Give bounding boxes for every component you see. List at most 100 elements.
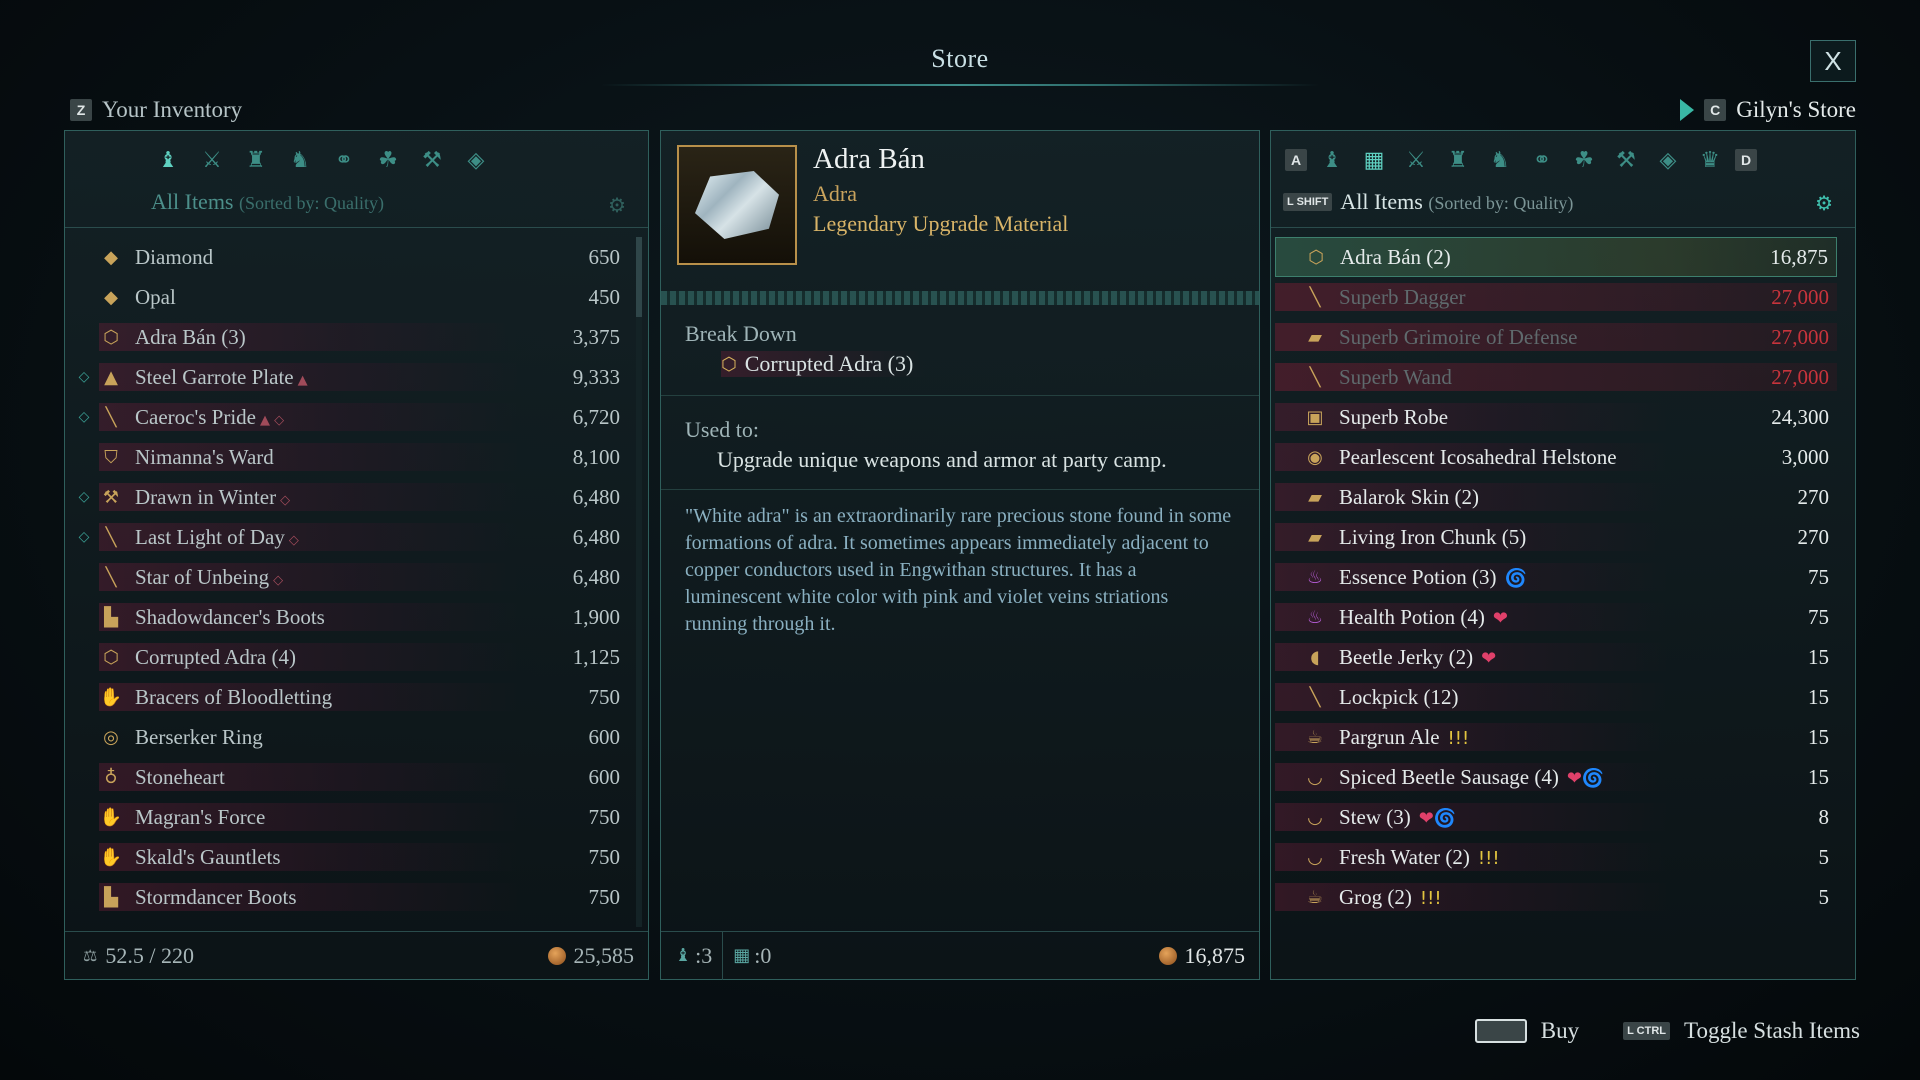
adra-icon: ⬡ <box>721 353 737 375</box>
crown-icon[interactable]: ♛ <box>1695 145 1725 175</box>
consumable-icon[interactable]: ☘ <box>373 145 403 175</box>
inventory-row[interactable]: ⛉ Nimanna's Ward 8,100 <box>71 437 620 477</box>
boots-icon[interactable]: ♞ <box>1485 145 1515 175</box>
weapons-icon[interactable]: ⚔ <box>1401 145 1431 175</box>
inventory-row[interactable]: ⬡ Corrupted Adra (4) 1,125 <box>71 637 620 677</box>
bag-icon[interactable]: ♝ <box>1317 145 1347 175</box>
item-name: Drawn in Winter ◇ <box>135 485 530 510</box>
settings-icon[interactable]: ⚙ <box>608 193 626 217</box>
settings-icon[interactable]: ⚙ <box>1815 191 1833 215</box>
store-row[interactable]: ▰ Balarok Skin (2) 270 <box>1275 477 1837 517</box>
adra-gem-icon <box>695 171 779 239</box>
inventory-row[interactable]: ▙ Shadowdancer's Boots 1,900 <box>71 597 620 637</box>
potion-icon: ♨ <box>1306 606 1324 628</box>
accessory-icon[interactable]: ⚭ <box>1527 145 1557 175</box>
meat-icon: ◖ <box>1310 646 1320 668</box>
item-description: "White adra" is an extraordinarily rare … <box>685 505 1232 635</box>
store-row[interactable]: ▣ Superb Robe 24,300 <box>1275 397 1837 437</box>
store-row[interactable]: ☕ Pargrun Ale!!! 15 <box>1275 717 1837 757</box>
gem-icon[interactable]: ◈ <box>461 145 491 175</box>
item-price: 9,333 <box>572 364 620 389</box>
armor-icon[interactable]: ♜ <box>1443 145 1473 175</box>
store-row[interactable]: ◡ Spiced Beetle Sausage (4) ❤🌀 15 <box>1275 757 1837 797</box>
tool-icon[interactable]: ⚒ <box>1611 145 1641 175</box>
item-label: Shadowdancer's Boots <box>135 604 325 629</box>
inventory-row[interactable]: ◎ Berserker Ring 600 <box>71 717 620 757</box>
scrollbar-thumb[interactable] <box>636 237 642 317</box>
inventory-row[interactable]: ◇ ╲ Caeroc's Pride ▲ ◇ 6,720 <box>71 397 620 437</box>
upgrade-marker-icon: ◇ <box>78 529 90 545</box>
inventory-title: Your Inventory <box>102 97 243 122</box>
store-row[interactable]: ⬡ Adra Bán (2) 16,875 <box>1275 237 1837 277</box>
inventory-row[interactable]: ╲ Star of Unbeing ◇ 6,480 <box>71 557 620 597</box>
inventory-header: Z Your Inventory <box>70 97 242 123</box>
filter-label: All Items <box>1340 189 1423 214</box>
item-label: Lockpick (12) <box>1339 684 1459 709</box>
weapons-icon[interactable]: ⚔ <box>197 145 227 175</box>
item-name: Health Potion (4) ❤ <box>1339 605 1747 630</box>
item-price: 15 <box>1808 644 1829 669</box>
gem-icon[interactable]: ◈ <box>1653 145 1683 175</box>
inventory-row[interactable]: ◇ ▲ Steel Garrote Plate ▲ 9,333 <box>71 357 620 397</box>
item-status-icon: ◇ <box>273 572 284 588</box>
toggle-stash-hint[interactable]: Toggle Stash Items <box>1684 1018 1860 1044</box>
store-row[interactable]: ◡ Fresh Water (2)!!! 5 <box>1275 837 1837 877</box>
item-label: Spiced Beetle Sausage (4) <box>1339 764 1559 789</box>
item-price: 16,875 <box>1184 942 1246 968</box>
inventory-row[interactable]: ◆ Diamond 650 <box>71 237 620 277</box>
inventory-row[interactable]: ◇ ╲ Last Light of Day ◇ 6,480 <box>71 517 620 557</box>
store-row[interactable]: ☕ Grog (2)!!! 5 <box>1275 877 1837 917</box>
item-price: 450 <box>588 284 621 309</box>
inventory-row[interactable]: ⬡ Adra Bán (3) 3,375 <box>71 317 620 357</box>
item-price: 270 <box>1797 484 1830 509</box>
boots-icon[interactable]: ♞ <box>285 145 315 175</box>
item-price: 3,000 <box>1781 444 1829 469</box>
store-row[interactable]: ◉ Pearlescent Icosahedral Helstone 3,000 <box>1275 437 1837 477</box>
chest-icon[interactable]: ▦ <box>1359 145 1389 175</box>
item-name: Adra Bán (3) <box>135 325 530 350</box>
wand-icon: ╲ <box>1309 366 1321 388</box>
item-name: Superb Wand <box>1339 365 1747 390</box>
store-list: ⬡ Adra Bán (2) 16,875 ╲ Superb Dagger 27,000 ▰… <box>1275 237 1837 917</box>
inventory-row[interactable]: ▙ Stormdancer Boots 750 <box>71 877 620 917</box>
item-price: 16,875 <box>1770 244 1828 269</box>
inventory-row[interactable]: ✋ Bracers of Bloodletting 750 <box>71 677 620 717</box>
store-filter[interactable]: L SHIFT All Items (Sorted by: Quality) <box>1283 189 1573 215</box>
item-label: Drawn in Winter <box>135 484 277 509</box>
weight-icon: ⚖ <box>83 946 98 965</box>
store-row[interactable]: ▰ Living Iron Chunk (5) 270 <box>1275 517 1837 557</box>
inventory-scrollbar[interactable] <box>636 237 642 927</box>
store-row[interactable]: ▰ Superb Grimoire of Defense 27,000 <box>1275 317 1837 357</box>
spacebar-key-icon <box>1474 1019 1527 1043</box>
store-row[interactable]: ╲ Lockpick (12) 15 <box>1275 677 1837 717</box>
item-label: Stormdancer Boots <box>135 884 297 909</box>
armor-icon[interactable]: ♜ <box>241 145 271 175</box>
buy-hint[interactable]: Buy <box>1541 1018 1579 1044</box>
close-button[interactable]: X <box>1810 40 1856 82</box>
inventory-filter[interactable]: All Items (Sorted by: Quality) <box>151 189 384 215</box>
store-row[interactable]: ╲ Superb Dagger 27,000 <box>1275 277 1837 317</box>
bag-icon: ♝ <box>675 945 692 966</box>
gold-value: 25,585 <box>573 942 635 968</box>
inventory-row[interactable]: ♁ Stoneheart 600 <box>71 757 620 797</box>
used-to-label: Used to: <box>685 417 759 442</box>
bracers-icon: ✋ <box>99 686 123 708</box>
store-row[interactable]: ♨ Essence Potion (3) 🌀 75 <box>1275 557 1837 597</box>
store-row[interactable]: ◖ Beetle Jerky (2) ❤ 15 <box>1275 637 1837 677</box>
item-name: Adra Bán (2) <box>1340 245 1746 270</box>
inventory-row[interactable]: ◇ ⚒ Drawn in Winter ◇ 6,480 <box>71 477 620 517</box>
item-effect-icon: !!! <box>1447 727 1470 749</box>
tool-icon[interactable]: ⚒ <box>417 145 447 175</box>
store-row[interactable]: ♨ Health Potion (4) ❤ 75 <box>1275 597 1837 637</box>
item-label: Star of Unbeing <box>135 564 270 589</box>
accessory-icon[interactable]: ⚭ <box>329 145 359 175</box>
inventory-row[interactable]: ◆ Opal 450 <box>71 277 620 317</box>
inventory-row[interactable]: ✋ Skald's Gauntlets 750 <box>71 837 620 877</box>
store-row[interactable]: ╲ Superb Wand 27,000 <box>1275 357 1837 397</box>
bowl-icon: ◡ <box>1307 806 1323 828</box>
consumable-icon[interactable]: ☘ <box>1569 145 1599 175</box>
item-rarity: Legendary Upgrade Material <box>813 211 1069 236</box>
inventory-row[interactable]: ✋ Magran's Force 750 <box>71 797 620 837</box>
store-row[interactable]: ◡ Stew (3) ❤🌀 8 <box>1275 797 1837 837</box>
bag-icon[interactable]: ♝ <box>153 145 183 175</box>
